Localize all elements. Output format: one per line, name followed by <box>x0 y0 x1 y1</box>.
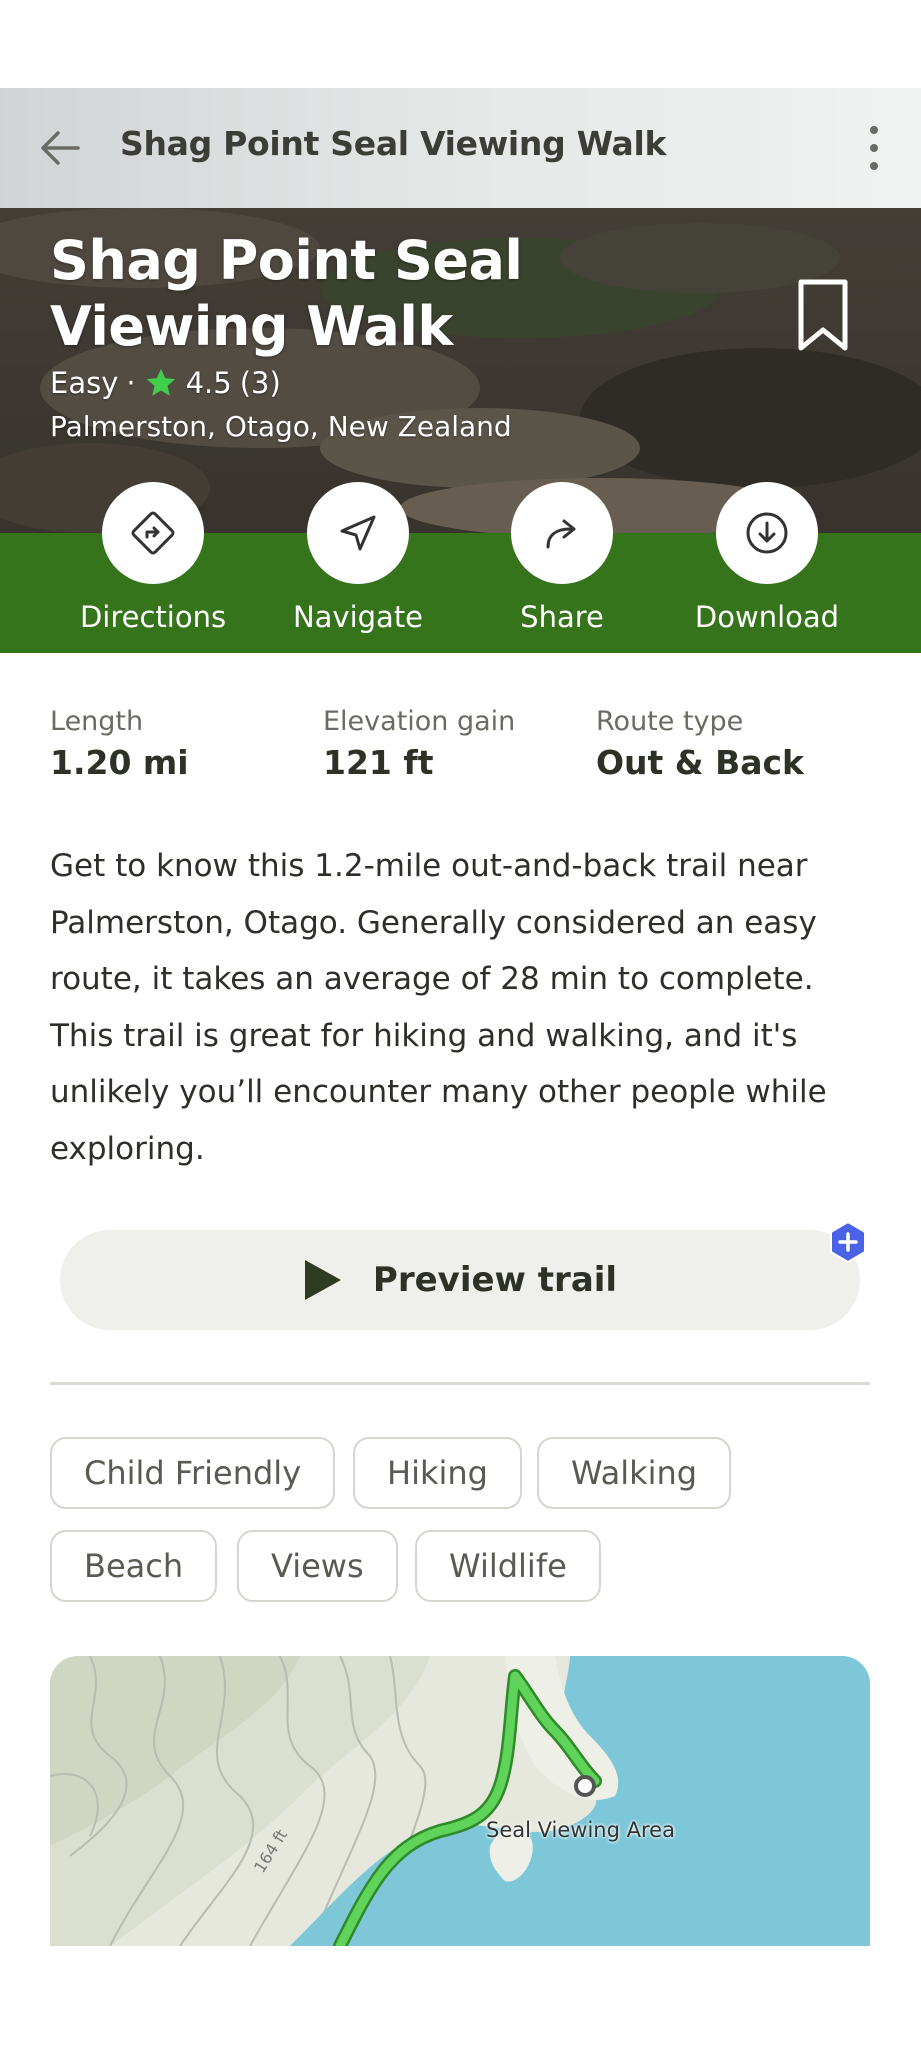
play-icon <box>304 1260 341 1300</box>
stat-route-type: Route type Out & Back <box>596 706 804 782</box>
trail-location[interactable]: Palmerston, Otago, New Zealand <box>50 410 512 443</box>
tag-chip[interactable]: Wildlife <box>415 1530 601 1602</box>
tag-chip[interactable]: Hiking <box>353 1437 522 1509</box>
trail-description: Get to know this 1.2-mile out-and-back t… <box>50 848 827 1167</box>
stat-label: Elevation gain <box>323 706 516 737</box>
bookmark-icon[interactable] <box>795 278 851 354</box>
review-count: (3) <box>239 366 281 400</box>
meta-separator: · <box>126 366 136 400</box>
rating-value: 4.5 <box>185 366 232 400</box>
trail-title: Shag Point Seal Viewing Walk <box>50 229 523 358</box>
stat-value: 1.20 mi <box>50 743 189 782</box>
directions-label: Directions <box>79 600 227 634</box>
download-button[interactable]: Download <box>667 482 867 634</box>
stat-label: Route type <box>596 706 744 737</box>
navigate-button[interactable]: Navigate <box>258 482 458 634</box>
tag-chip[interactable]: Beach <box>50 1530 218 1602</box>
share-icon[interactable] <box>511 482 613 584</box>
tag-chip[interactable]: Child Friendly <box>50 1437 336 1509</box>
share-button[interactable]: Share <box>462 482 662 634</box>
stat-value: Out & Back <box>596 743 805 782</box>
tag-chip[interactable]: Walking <box>537 1437 732 1509</box>
directions-icon[interactable] <box>102 482 204 584</box>
topbar-title: Shag Point Seal Viewing Walk <box>120 124 667 163</box>
download-icon[interactable] <box>716 482 818 584</box>
download-label: Download <box>694 600 840 634</box>
directions-button[interactable]: Directions <box>53 482 253 634</box>
trail-map[interactable]: Seal Viewing Area 164 ft <box>50 1656 870 1946</box>
stat-length: Length 1.20 mi <box>50 706 189 782</box>
stat-elevation: Elevation gain 121 ft <box>323 706 515 782</box>
preview-trail-label: Preview trail <box>372 1260 618 1300</box>
difficulty-label: Easy <box>50 366 119 400</box>
trail-meta: Easy · 4.5 (3) <box>50 366 281 400</box>
stat-label: Length <box>50 706 144 737</box>
preview-trail-button[interactable]: Preview trail <box>60 1230 860 1330</box>
stat-value: 121 ft <box>323 743 434 782</box>
back-arrow-icon[interactable] <box>30 118 90 178</box>
more-options-icon[interactable] <box>856 118 892 178</box>
navigate-label: Navigate <box>292 600 424 634</box>
share-label: Share <box>520 600 604 634</box>
tag-chip[interactable]: Views <box>237 1530 398 1602</box>
map-poi-label: Seal Viewing Area <box>486 1818 675 1842</box>
section-divider <box>50 1382 870 1385</box>
star-icon <box>144 366 178 400</box>
plus-badge-icon <box>826 1220 870 1264</box>
navigate-icon[interactable] <box>307 482 409 584</box>
